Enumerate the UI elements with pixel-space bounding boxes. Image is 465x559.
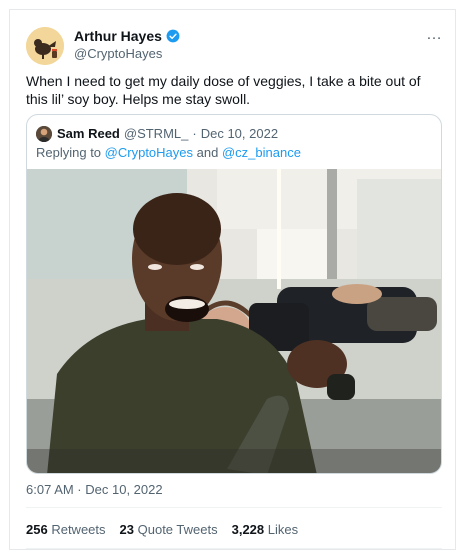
replying-prefix: Replying to bbox=[36, 145, 102, 160]
reply-conjunction: and bbox=[196, 145, 219, 160]
author-handle[interactable]: @CryptoHayes bbox=[74, 46, 162, 61]
reply-user-link-2[interactable]: @cz_binance bbox=[222, 145, 301, 160]
likes-label: Likes bbox=[267, 522, 299, 537]
engagement-stats: 256 Retweets 23 Quote Tweets 3,228 Likes bbox=[26, 522, 298, 537]
divider bbox=[26, 507, 442, 508]
verified-badge-icon bbox=[166, 29, 180, 43]
quoted-date: Dec 10, 2022 bbox=[200, 126, 279, 141]
quoted-separator: · bbox=[192, 126, 197, 141]
likes-count: 3,228 bbox=[231, 522, 265, 537]
quoted-tweet[interactable]: Sam Reed @STRML_ · Dec 10, 2022 Replying… bbox=[26, 114, 442, 474]
person-avatar-icon bbox=[36, 126, 52, 142]
tweet-timestamp[interactable]: 6:07 AM · Dec 10, 2022 bbox=[26, 482, 163, 497]
author-display-name[interactable]: Arthur Hayes bbox=[74, 28, 162, 44]
quoted-author-avatar bbox=[36, 126, 52, 142]
divider bbox=[26, 548, 442, 549]
quoted-photo[interactable] bbox=[27, 169, 442, 474]
bird-avatar-icon bbox=[26, 27, 64, 65]
tweet-card: Arthur Hayes @CryptoHayes … When I need … bbox=[9, 9, 456, 550]
author-avatar[interactable] bbox=[26, 27, 64, 65]
retweets-stat[interactable]: 256 Retweets bbox=[26, 522, 106, 537]
replying-to: Replying to @CryptoHayes and @cz_binance bbox=[36, 145, 301, 160]
reply-user-link-1[interactable]: @CryptoHayes bbox=[105, 145, 193, 160]
quote-tweets-label: Quote Tweets bbox=[137, 522, 218, 537]
retweets-count: 256 bbox=[26, 522, 48, 537]
quoted-handle[interactable]: @STRML_ bbox=[124, 126, 189, 141]
more-options-icon[interactable]: … bbox=[426, 26, 443, 44]
quote-tweets-stat[interactable]: 23 Quote Tweets bbox=[120, 522, 218, 537]
retweets-label: Retweets bbox=[51, 522, 106, 537]
tweet-text: When I need to get my daily dose of vegg… bbox=[26, 73, 421, 107]
likes-stat[interactable]: 3,228 Likes bbox=[232, 522, 299, 537]
quote-tweets-count: 23 bbox=[119, 522, 134, 537]
quoted-display-name[interactable]: Sam Reed bbox=[57, 126, 120, 141]
